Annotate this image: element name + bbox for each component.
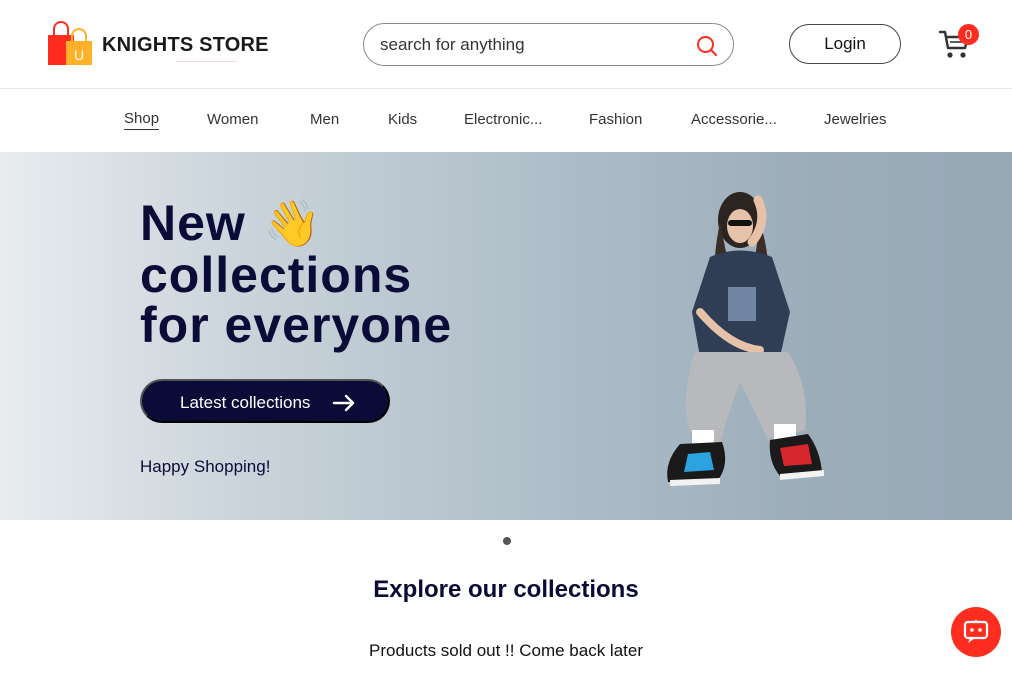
nav-item-fashion[interactable]: Fashion bbox=[589, 111, 642, 128]
brand-name[interactable]: KNIGHTS STORE bbox=[102, 34, 269, 57]
chat-bot-icon bbox=[963, 620, 989, 643]
search-icon[interactable] bbox=[695, 34, 719, 58]
nav-item-electronics[interactable]: Electronic... bbox=[464, 111, 542, 128]
collections-heading: Explore our collections bbox=[373, 576, 639, 603]
shopping-bags-logo-icon[interactable]: U bbox=[44, 21, 96, 67]
search-input[interactable] bbox=[380, 32, 680, 58]
chat-button[interactable] bbox=[951, 607, 1001, 657]
nav-item-shop[interactable]: Shop bbox=[124, 110, 160, 130]
login-button[interactable]: Login bbox=[789, 24, 901, 64]
site-header: U KNIGHTS STORE Login 0 bbox=[0, 0, 1012, 89]
nav-item-accessories[interactable]: Accessorie... bbox=[691, 111, 777, 128]
hero-banner: New 👋 collections for everyone Latest col… bbox=[0, 152, 1012, 520]
waving-hand-icon: 👋 bbox=[263, 197, 323, 249]
hero-subtitle: Happy Shopping! bbox=[140, 457, 271, 476]
cart-count-badge: 0 bbox=[958, 24, 979, 45]
nav-item-kids[interactable]: Kids bbox=[388, 111, 417, 128]
nav-item-men[interactable]: Men bbox=[310, 111, 339, 128]
nav-item-women[interactable]: Women bbox=[207, 111, 258, 128]
hero-title-line3: for everyone bbox=[140, 297, 453, 353]
hero-title: New 👋 collections for everyone bbox=[140, 198, 452, 350]
latest-collections-button[interactable]: Latest collections bbox=[140, 379, 390, 423]
hero-title-line1: New bbox=[140, 195, 246, 251]
arrow-right-icon bbox=[332, 394, 355, 412]
brand-underline bbox=[176, 61, 236, 62]
latest-collections-label: Latest collections bbox=[180, 393, 311, 412]
carousel-dot[interactable] bbox=[503, 537, 511, 545]
nav-item-jewelries[interactable]: Jewelries bbox=[824, 111, 887, 128]
hero-title-line2: collections bbox=[140, 247, 413, 303]
svg-text:U: U bbox=[74, 47, 84, 63]
model-photo bbox=[667, 192, 824, 486]
search-bar bbox=[363, 23, 734, 66]
empty-products-message: Products sold out !! Come back later bbox=[368, 641, 644, 660]
